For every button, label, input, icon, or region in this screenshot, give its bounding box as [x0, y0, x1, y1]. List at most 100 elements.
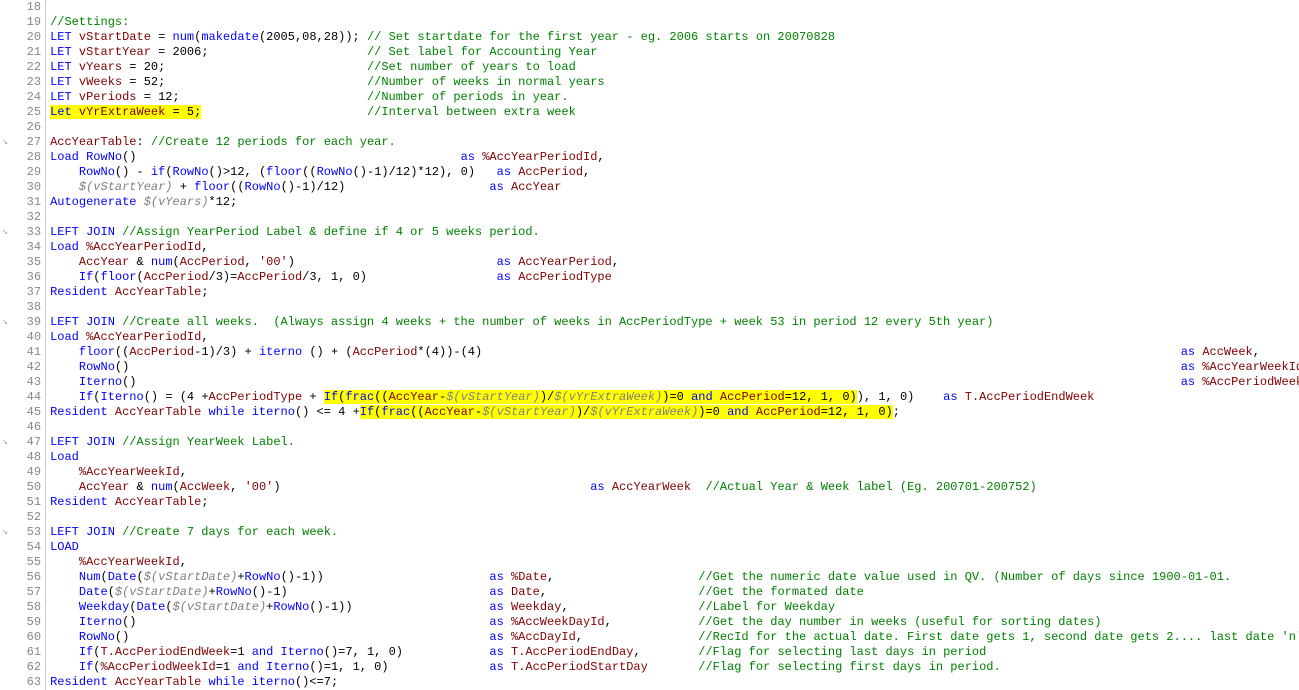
code-line[interactable]: Load %AccYearPeriodId,	[50, 330, 1299, 345]
code-line[interactable]: If(%AccPeriodWeekId=1 and Iterno()=1, 1,…	[50, 660, 1299, 675]
code-line[interactable]: Weekday(Date($(vStartDate)+RowNo()-1)) a…	[50, 600, 1299, 615]
line-number: 50	[0, 480, 45, 495]
line-number: 59	[0, 615, 45, 630]
line-number: 28	[0, 150, 45, 165]
line-number: 41	[0, 345, 45, 360]
code-line[interactable]: LEFT JOIN //Assign YearPeriod Label & de…	[50, 225, 1299, 240]
code-line[interactable]: RowNo() as %AccYearWeekId,	[50, 360, 1299, 375]
code-line[interactable]: Resident AccYearTable while iterno() <= …	[50, 405, 1299, 420]
line-number: 63	[0, 675, 45, 690]
line-number: 46	[0, 420, 45, 435]
line-number: 32	[0, 210, 45, 225]
code-line[interactable]	[50, 0, 1299, 15]
line-number: 55	[0, 555, 45, 570]
code-line[interactable]: Date($(vStartDate)+RowNo()-1) as Date, /…	[50, 585, 1299, 600]
line-number: 57	[0, 585, 45, 600]
line-number: 38	[0, 300, 45, 315]
line-number: 54	[0, 540, 45, 555]
code-line[interactable]: Load %AccYearPeriodId,	[50, 240, 1299, 255]
code-line[interactable]: //Settings:	[50, 15, 1299, 30]
code-line[interactable]: Iterno() as %AccPeriodWeekId,	[50, 375, 1299, 390]
code-line[interactable]: Let vYrExtraWeek = 5; //Interval between…	[50, 105, 1299, 120]
code-line[interactable]	[50, 210, 1299, 225]
code-line[interactable]: Load RowNo() as %AccYearPeriodId,	[50, 150, 1299, 165]
code-line[interactable]: If(T.AccPeriodEndWeek=1 and Iterno()=7, …	[50, 645, 1299, 660]
line-number: 25	[0, 105, 45, 120]
line-number: 40	[0, 330, 45, 345]
code-line[interactable]: %AccYearWeekId,	[50, 465, 1299, 480]
code-line[interactable]: LEFT JOIN //Assign YearWeek Label.	[50, 435, 1299, 450]
code-line[interactable]: LEFT JOIN //Create all weeks. (Always as…	[50, 315, 1299, 330]
line-number: 58	[0, 600, 45, 615]
line-number: ↘47	[0, 435, 45, 450]
code-line[interactable]	[50, 420, 1299, 435]
code-line[interactable]: Resident AccYearTable;	[50, 495, 1299, 510]
section-arrow-icon[interactable]: ↘	[2, 228, 12, 238]
line-number: 42	[0, 360, 45, 375]
code-line[interactable]: LET vStartDate = num(makedate(2005,08,28…	[50, 30, 1299, 45]
code-line[interactable]: LET vPeriods = 12; //Number of periods i…	[50, 90, 1299, 105]
code-line[interactable]: %AccYearWeekId,	[50, 555, 1299, 570]
line-number: 22	[0, 60, 45, 75]
line-number: 60	[0, 630, 45, 645]
code-line[interactable]: Iterno() as %AccWeekDayId, //Get the day…	[50, 615, 1299, 630]
code-line[interactable]: If(floor(AccPeriod/3)=AccPeriod/3, 1, 0)…	[50, 270, 1299, 285]
line-number: ↘27	[0, 135, 45, 150]
code-line[interactable]: Resident AccYearTable while iterno()<=7;	[50, 675, 1299, 690]
code-line[interactable]: LOAD	[50, 540, 1299, 555]
code-line[interactable]: $(vStartYear) + floor((RowNo()-1)/12) as…	[50, 180, 1299, 195]
code-line[interactable]: LET vStartYear = 2006; // Set label for …	[50, 45, 1299, 60]
code-line[interactable]: Resident AccYearTable;	[50, 285, 1299, 300]
line-number: 52	[0, 510, 45, 525]
line-number: 29	[0, 165, 45, 180]
line-gutter: 181920212223242526↘272829303132↘33343536…	[0, 0, 46, 690]
code-line[interactable]: Num(Date($(vStartDate)+RowNo()-1)) as %D…	[50, 570, 1299, 585]
line-number: 19	[0, 15, 45, 30]
code-line[interactable]: LEFT JOIN //Create 7 days for each week.	[50, 525, 1299, 540]
line-number: 31	[0, 195, 45, 210]
code-line[interactable]	[50, 300, 1299, 315]
line-number: 43	[0, 375, 45, 390]
line-number: 48	[0, 450, 45, 465]
line-number: 21	[0, 45, 45, 60]
line-number: 30	[0, 180, 45, 195]
code-line[interactable]	[50, 510, 1299, 525]
code-line[interactable]: RowNo() as %AccDayId, //RecId for the ac…	[50, 630, 1299, 645]
line-number: ↘53	[0, 525, 45, 540]
code-area[interactable]: //Settings:LET vStartDate = num(makedate…	[46, 0, 1299, 690]
code-line[interactable]: RowNo() - if(RowNo()>12, (floor((RowNo()…	[50, 165, 1299, 180]
code-line[interactable]	[50, 120, 1299, 135]
line-number: 37	[0, 285, 45, 300]
section-arrow-icon[interactable]: ↘	[2, 318, 12, 328]
line-number: 61	[0, 645, 45, 660]
line-number: 35	[0, 255, 45, 270]
line-number: 56	[0, 570, 45, 585]
line-number: 36	[0, 270, 45, 285]
line-number: 51	[0, 495, 45, 510]
line-number: 20	[0, 30, 45, 45]
code-line[interactable]: LET vYears = 20; //Set number of years t…	[50, 60, 1299, 75]
code-line[interactable]: floor((AccPeriod-1)/3) + iterno () + (Ac…	[50, 345, 1299, 360]
line-number: 45	[0, 405, 45, 420]
code-line[interactable]: AccYear & num(AccPeriod, '00') as AccYea…	[50, 255, 1299, 270]
code-line[interactable]: If(Iterno() = (4 +AccPeriodType + If(fra…	[50, 390, 1299, 405]
line-number: 18	[0, 0, 45, 15]
section-arrow-icon[interactable]: ↘	[2, 438, 12, 448]
line-number: 26	[0, 120, 45, 135]
line-number: 62	[0, 660, 45, 675]
code-line[interactable]: AccYear & num(AccWeek, '00') as AccYearW…	[50, 480, 1299, 495]
code-line[interactable]: Autogenerate $(vYears)*12;	[50, 195, 1299, 210]
line-number: ↘33	[0, 225, 45, 240]
section-arrow-icon[interactable]: ↘	[2, 138, 12, 148]
line-number: 49	[0, 465, 45, 480]
code-line[interactable]: Load	[50, 450, 1299, 465]
line-number: 34	[0, 240, 45, 255]
line-number: 44	[0, 390, 45, 405]
code-line[interactable]: AccYearTable: //Create 12 periods for ea…	[50, 135, 1299, 150]
line-number: ↘39	[0, 315, 45, 330]
line-number: 23	[0, 75, 45, 90]
line-number: 24	[0, 90, 45, 105]
code-editor[interactable]: 181920212223242526↘272829303132↘33343536…	[0, 0, 1299, 690]
code-line[interactable]: LET vWeeks = 52; //Number of weeks in no…	[50, 75, 1299, 90]
section-arrow-icon[interactable]: ↘	[2, 528, 12, 538]
